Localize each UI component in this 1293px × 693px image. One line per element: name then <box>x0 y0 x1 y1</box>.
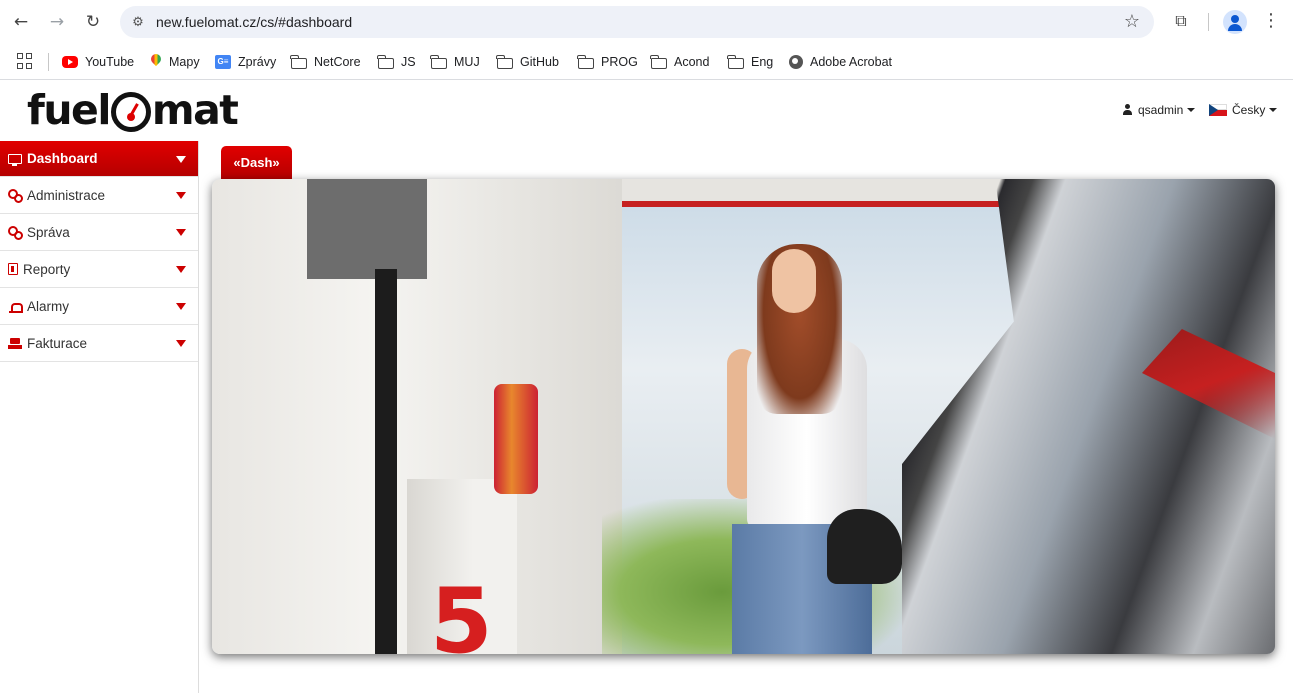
gears-icon <box>8 188 23 203</box>
czech-flag-icon <box>1209 104 1227 116</box>
profile-avatar-icon[interactable] <box>1223 10 1247 34</box>
language-menu[interactable]: Česky <box>1209 103 1278 117</box>
bookmark-acond[interactable]: Acond <box>650 51 709 73</box>
maps-pin-icon <box>150 54 162 70</box>
triangle-down-icon <box>176 156 186 163</box>
browser-menu-icon[interactable]: ⋮ <box>1262 10 1280 34</box>
folder-icon <box>650 54 667 69</box>
invoice-icon <box>8 336 22 350</box>
bookmark-youtube[interactable]: YouTube <box>62 51 134 73</box>
tab-dash[interactable]: «Dash» <box>221 146 292 179</box>
folder-icon <box>496 54 513 69</box>
gauge-icon <box>110 92 151 132</box>
bookmark-github[interactable]: GitHub <box>496 51 559 73</box>
forward-arrow-icon[interactable]: → <box>44 9 70 35</box>
bookmark-zpravy[interactable]: G≡ Zprávy <box>215 51 276 73</box>
folder-icon <box>430 54 447 69</box>
bookmarks-divider <box>48 53 49 71</box>
sidebar-item-label: Administrace <box>27 187 106 203</box>
alarm-icon <box>8 299 23 313</box>
bookmark-eng[interactable]: Eng <box>727 51 773 73</box>
folder-icon <box>577 54 594 69</box>
fuelomat-logo[interactable]: fuel mat <box>27 84 239 136</box>
pump-number: 5 <box>430 569 493 654</box>
language-label: Česky <box>1232 103 1266 117</box>
monitor-icon <box>8 153 22 166</box>
user-icon <box>1122 104 1133 116</box>
bookmark-star-icon[interactable]: ☆ <box>1124 11 1140 32</box>
fire-extinguisher-shape <box>494 384 538 494</box>
caret-down-icon <box>1269 108 1278 112</box>
logo-text-left: fuel <box>27 86 111 134</box>
youtube-icon <box>62 56 78 68</box>
gears-icon <box>8 225 23 240</box>
sidebar-item-label: Alarmy <box>27 298 70 314</box>
user-menu[interactable]: qsadmin <box>1122 103 1196 117</box>
hose-shape <box>375 269 397 654</box>
extensions-icon[interactable]: ⧉ <box>1170 10 1192 32</box>
sidebar-item-label: Dashboard <box>27 151 98 166</box>
bookmark-prog[interactable]: PROG <box>577 51 638 73</box>
triangle-down-icon <box>176 192 186 199</box>
triangle-down-icon <box>176 266 186 273</box>
toolbar-divider <box>1208 13 1209 31</box>
bookmarks-bar: YouTube Mapy G≡ Zprávy NetCore JS MUJ Git… <box>0 44 1293 80</box>
bookmark-netcore[interactable]: NetCore <box>290 51 361 73</box>
car-shape <box>902 179 1275 654</box>
site-settings-icon[interactable]: ⚙ <box>128 12 148 32</box>
fuel-nozzle-shape <box>827 509 902 584</box>
folder-icon <box>727 54 744 69</box>
sidebar-item-alarmy[interactable]: Alarmy <box>0 288 198 325</box>
news-icon: G≡ <box>215 55 231 69</box>
back-arrow-icon[interactable]: ← <box>8 9 34 35</box>
globe-icon <box>789 55 803 69</box>
sidebar-item-label: Fakturace <box>27 335 88 351</box>
bookmark-mapy[interactable]: Mapy <box>150 51 200 73</box>
folder-icon <box>377 54 394 69</box>
report-icon <box>8 263 18 275</box>
reload-icon[interactable]: ↻ <box>80 9 106 35</box>
bookmark-adobe-acrobat[interactable]: Adobe Acrobat <box>789 51 892 73</box>
triangle-down-icon <box>176 303 186 310</box>
logo-text-right: mat <box>151 86 239 134</box>
apps-grid-icon[interactable] <box>17 53 33 69</box>
sidebar-item-fakturace[interactable]: Fakturace <box>0 325 198 362</box>
folder-icon <box>290 54 307 69</box>
url-text[interactable]: new.fuelomat.cz/cs/#dashboard <box>156 14 352 30</box>
pump-head-shape <box>307 179 427 279</box>
sidebar-item-sprava[interactable]: Správa <box>0 214 198 251</box>
sidebar: Dashboard Administrace Správa Reporty Al… <box>0 141 199 693</box>
triangle-down-icon <box>176 229 186 236</box>
caret-down-icon <box>1187 108 1196 112</box>
sidebar-item-label: Správa <box>27 224 70 240</box>
dashboard-hero-image: 5 <box>212 179 1275 654</box>
sidebar-item-label: Reporty <box>23 261 71 277</box>
bookmark-muj[interactable]: MUJ <box>430 51 480 73</box>
person-face-shape <box>772 249 816 313</box>
sidebar-item-administrace[interactable]: Administrace <box>0 177 198 214</box>
sidebar-item-reporty[interactable]: Reporty <box>0 251 198 288</box>
address-bar[interactable]: ⚙ new.fuelomat.cz/cs/#dashboard ☆ <box>120 6 1154 38</box>
browser-toolbar: ← → ↻ ⚙ new.fuelomat.cz/cs/#dashboard ☆ … <box>0 0 1293 44</box>
sidebar-item-dashboard[interactable]: Dashboard <box>0 141 198 177</box>
bookmark-js[interactable]: JS <box>377 51 416 73</box>
triangle-down-icon <box>176 340 186 347</box>
username: qsadmin <box>1138 103 1184 117</box>
